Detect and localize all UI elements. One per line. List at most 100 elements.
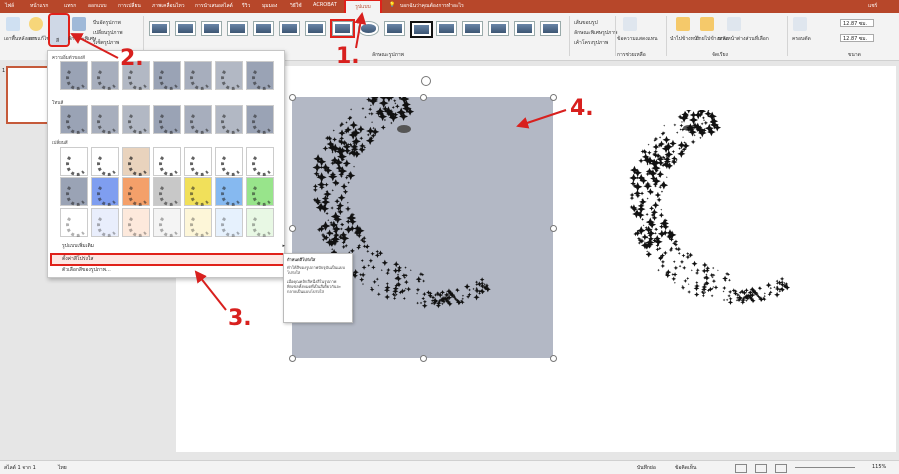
resize-handle-bl[interactable] xyxy=(289,355,296,362)
picture-style-15[interactable] xyxy=(514,21,535,36)
tab-transitions[interactable]: การเปลี่ยน xyxy=(118,2,141,10)
color-variation-swatch[interactable] xyxy=(215,208,243,237)
tab-file[interactable]: ไฟล์ xyxy=(5,2,14,10)
picture-style-16[interactable] xyxy=(540,21,561,36)
color-variation-swatch[interactable] xyxy=(91,147,119,176)
color-variation-swatch[interactable] xyxy=(153,147,181,176)
corrections-icon[interactable] xyxy=(29,17,43,31)
color-variation-swatch[interactable] xyxy=(184,147,212,176)
color-variation-swatch[interactable] xyxy=(60,208,88,237)
tab-view[interactable]: มุมมอง xyxy=(262,2,277,10)
height-input[interactable]: 12.87 ซม. xyxy=(840,19,874,27)
color-variation-swatch[interactable] xyxy=(246,208,274,237)
resize-handle-tl[interactable] xyxy=(289,94,296,101)
tab-design[interactable]: ออกแบบ xyxy=(88,2,107,10)
picture-style-13[interactable] xyxy=(462,21,483,36)
language-indicator[interactable]: ไทย xyxy=(58,464,67,472)
picture-style-6[interactable] xyxy=(279,21,300,36)
comments-button[interactable]: ข้อคิดเห็น xyxy=(675,464,696,472)
color-variation-swatch[interactable] xyxy=(91,61,119,90)
resize-handle-right[interactable] xyxy=(550,225,557,232)
reset-picture-button[interactable]: รีเซ็ตรูปภาพ xyxy=(93,39,119,47)
color-variation-swatch[interactable] xyxy=(122,177,150,206)
picture-effects-button[interactable]: ลักษณะพิเศษรูปภาพ xyxy=(574,29,617,37)
corrections-label[interactable]: การแก้ไข xyxy=(29,35,50,43)
color-variation-swatch[interactable] xyxy=(122,105,150,134)
picture-style-5[interactable] xyxy=(253,21,274,36)
color-variation-swatch[interactable] xyxy=(60,147,88,176)
tab-format[interactable]: รูปแบบ xyxy=(344,0,382,15)
tell-me-search[interactable]: บอกฉันว่าคุณต้องการทำอะไร xyxy=(400,2,464,10)
selection-pane-icon[interactable] xyxy=(727,17,741,31)
color-variation-swatch[interactable] xyxy=(91,208,119,237)
picture-border-button[interactable]: เส้นขอบรูป xyxy=(574,19,598,27)
zoom-level[interactable]: 115% xyxy=(872,464,886,470)
change-picture-button[interactable]: เปลี่ยนรูปภาพ xyxy=(93,29,123,37)
slide-thumbnail[interactable] xyxy=(6,66,50,124)
compress-pictures-button[interactable]: บีบอัดรูปภาพ xyxy=(93,19,121,27)
normal-view-icon[interactable] xyxy=(735,464,747,473)
color-label[interactable]: สี xyxy=(56,37,59,45)
tab-acrobat[interactable]: ACROBAT xyxy=(313,2,337,8)
color-variation-swatch[interactable] xyxy=(60,177,88,206)
color-variation-swatch[interactable] xyxy=(215,147,243,176)
share-button[interactable]: แชร์ xyxy=(868,2,877,10)
tab-slideshow[interactable]: การนำเสนอสไลด์ xyxy=(195,2,233,10)
picture-color-options-item[interactable]: ตัวเลือกสีของรูปภาพ... xyxy=(52,266,289,275)
color-variation-swatch[interactable] xyxy=(153,177,181,206)
picture-style-10[interactable] xyxy=(384,21,405,36)
color-variation-swatch[interactable] xyxy=(91,105,119,134)
color-variation-swatch[interactable] xyxy=(215,61,243,90)
color-variation-swatch[interactable] xyxy=(184,177,212,206)
more-variations-item[interactable]: รูปแบบเพิ่มเติม ▸ xyxy=(52,242,289,251)
tab-help[interactable]: วิธีใช้ xyxy=(290,2,302,10)
picture-style-14[interactable] xyxy=(488,21,509,36)
color-variation-swatch[interactable] xyxy=(122,147,150,176)
tab-home[interactable]: หน้าแรก xyxy=(30,2,48,10)
tab-insert[interactable]: แทรก xyxy=(64,2,76,10)
color-variation-swatch[interactable] xyxy=(91,177,119,206)
color-variation-swatch[interactable] xyxy=(184,61,212,90)
picture-style-3[interactable] xyxy=(201,21,222,36)
set-transparent-color-item[interactable]: ตั้งค่าสีโปร่งใส xyxy=(50,253,291,266)
tab-animations[interactable]: ภาพเคลื่อนไหว xyxy=(152,2,185,10)
zoom-slider[interactable] xyxy=(795,467,855,468)
picture-style-12[interactable] xyxy=(436,21,457,36)
resize-handle-br[interactable] xyxy=(550,355,557,362)
remove-background-icon[interactable] xyxy=(6,17,20,31)
crop-icon[interactable] xyxy=(793,17,807,31)
color-variation-swatch[interactable] xyxy=(153,61,181,90)
picture-style-8[interactable] xyxy=(330,19,355,38)
picture-style-4[interactable] xyxy=(227,21,248,36)
reading-view-icon[interactable] xyxy=(775,464,787,473)
color-variation-swatch[interactable] xyxy=(153,208,181,237)
resize-handle-top[interactable] xyxy=(420,94,427,101)
color-variation-swatch[interactable] xyxy=(215,105,243,134)
picture-style-7[interactable] xyxy=(305,21,326,36)
slide-sorter-icon[interactable] xyxy=(755,464,767,473)
resize-handle-left[interactable] xyxy=(289,225,296,232)
tab-review[interactable]: รีวิว xyxy=(242,2,250,10)
rotate-handle-icon[interactable] xyxy=(421,76,431,86)
color-variation-swatch[interactable] xyxy=(246,147,274,176)
crop-label[interactable]: ครอบตัด xyxy=(792,35,811,43)
artistic-effects-icon[interactable] xyxy=(72,17,86,31)
color-variation-swatch[interactable] xyxy=(60,61,88,90)
picture-style-1[interactable] xyxy=(149,21,170,36)
picture-style-2[interactable] xyxy=(175,21,196,36)
resize-handle-tr[interactable] xyxy=(550,94,557,101)
color-variation-swatch[interactable] xyxy=(184,105,212,134)
picture-style-9[interactable] xyxy=(358,21,379,36)
picture-layout-button[interactable]: เค้าโครงรูปภาพ xyxy=(574,39,608,47)
color-variation-swatch[interactable] xyxy=(246,177,274,206)
color-variation-swatch[interactable] xyxy=(246,105,274,134)
notes-button[interactable]: บันทึกย่อ xyxy=(637,464,656,472)
alt-text-icon[interactable] xyxy=(623,17,637,31)
width-input[interactable]: 12.87 ซม. xyxy=(840,34,874,42)
color-variation-swatch[interactable] xyxy=(246,61,274,90)
send-backward-icon[interactable] xyxy=(700,17,714,31)
color-variation-swatch[interactable] xyxy=(122,208,150,237)
artistic-effects-label[interactable]: ลักษณะพิเศษ xyxy=(68,35,96,43)
resize-handle-bottom[interactable] xyxy=(420,355,427,362)
bring-forward-icon[interactable] xyxy=(676,17,690,31)
